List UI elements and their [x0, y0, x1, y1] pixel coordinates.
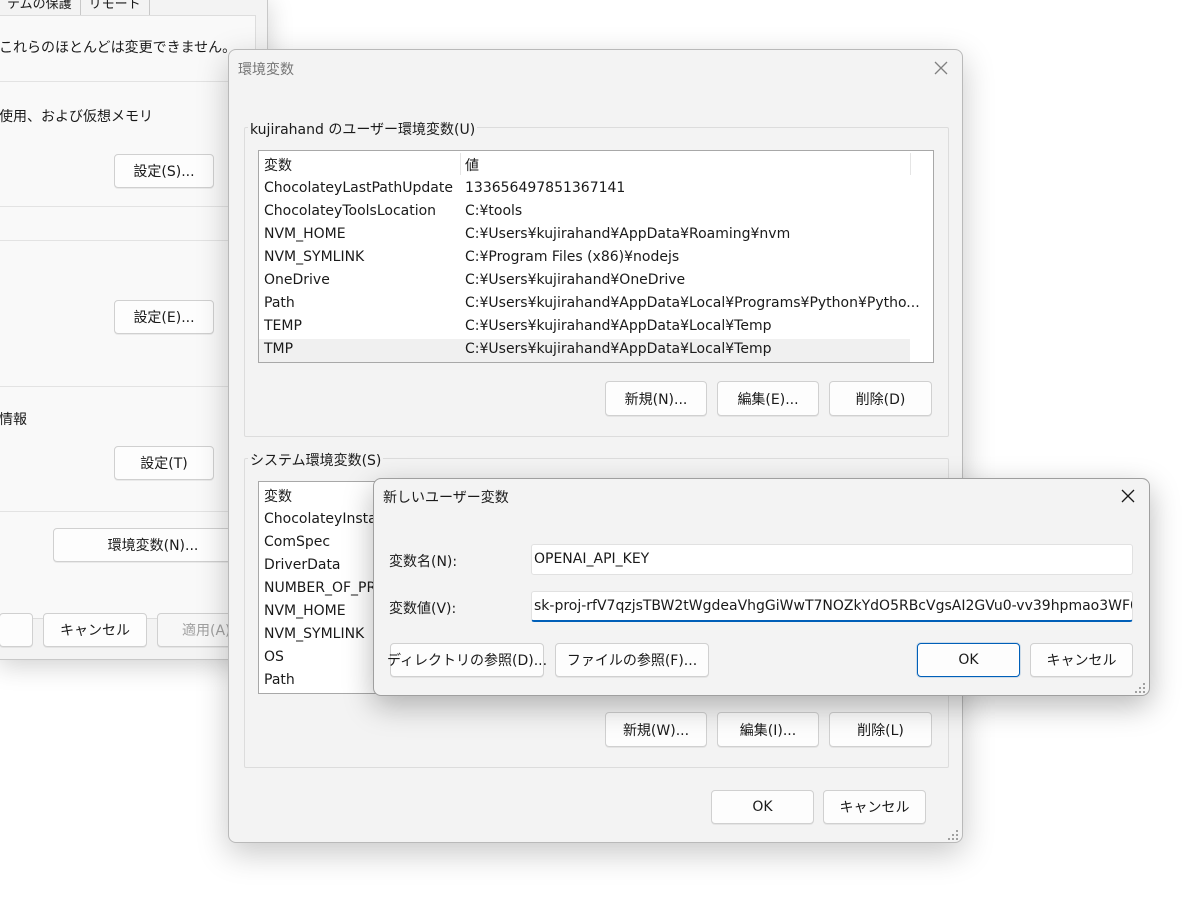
user-edit-button[interactable]: 編集(E)...	[717, 381, 819, 416]
variable-name-cell: NVM_HOME	[264, 226, 346, 242]
variable-value-cell: C:¥Users¥kujirahand¥AppData¥Local¥Progra…	[465, 295, 920, 311]
variable-name-cell: NVM_SYMLINK	[264, 626, 365, 642]
admin-notice-text: これらのほとんどは変更できません。	[0, 40, 237, 56]
variable-value-field[interactable]: sk-proj-rfV7qzjsTBW2tWgdeaVhgGiWwT7NOZkY…	[531, 591, 1133, 622]
variable-value-cell: C:¥Users¥kujirahand¥AppData¥Local¥Temp	[465, 318, 772, 334]
environment-variables-button[interactable]: 環境変数(N)...	[53, 528, 253, 562]
variable-value-cell: C:¥Users¥kujirahand¥OneDrive	[465, 272, 686, 288]
user-delete-button[interactable]: 削除(D)	[829, 381, 932, 416]
variable-name-field[interactable]: OPENAI_API_KEY	[531, 544, 1133, 575]
cancel-button[interactable]: キャンセル	[823, 790, 926, 824]
variable-name-cell: NUMBER_OF_PR	[264, 580, 377, 596]
divider	[0, 81, 255, 82]
variable-value-cell: C:¥Program Files (x86)¥nodejs	[465, 249, 680, 265]
table-row[interactable]: OneDrive C:¥Users¥kujirahand¥OneDrive	[259, 270, 910, 293]
close-icon[interactable]	[1118, 486, 1138, 506]
column-divider[interactable]	[460, 153, 461, 175]
divider	[0, 240, 255, 241]
table-row[interactable]: NVM_SYMLINK C:¥Program Files (x86)¥nodej…	[259, 247, 910, 270]
user-new-button[interactable]: 新規(N)...	[605, 381, 707, 416]
list-header: 変数 値	[259, 151, 933, 177]
table-row-selected[interactable]: TMP C:¥Users¥kujirahand¥AppData¥Local¥Te…	[259, 339, 910, 362]
new-user-variable-dialog: 新しいユーザー変数 変数名(N): OPENAI_API_KEY 変数値(V):…	[373, 478, 1150, 696]
variable-value-cell: C:¥Users¥kujirahand¥AppData¥Local¥Temp	[465, 341, 772, 357]
variable-name-cell: Path	[264, 672, 295, 688]
variable-name-cell: ChocolateyToolsLocation	[264, 203, 437, 219]
resize-grip-icon[interactable]	[948, 828, 958, 840]
column-header-name[interactable]: 変数	[264, 155, 292, 175]
variable-name-cell: TMP	[264, 341, 294, 357]
browse-directory-button[interactable]: ディレクトリの参照(D)...	[387, 643, 547, 677]
column-header-name[interactable]: 変数	[264, 486, 292, 506]
system-variables-group-label: システム環境変数(S)	[248, 450, 384, 470]
system-edit-button[interactable]: 編集(I)...	[717, 712, 819, 747]
cancel-button[interactable]: キャンセル	[43, 613, 147, 647]
variable-name-cell: ChocolateyInstal	[264, 511, 381, 527]
dialog-title: 環境変数	[238, 62, 294, 78]
tab-system-protection[interactable]: テムの保護	[0, 0, 81, 15]
variable-name-cell: OneDrive	[264, 272, 330, 288]
performance-description: 使用、および仮想メモリ	[0, 109, 153, 125]
variable-name-cell: TEMP	[264, 318, 302, 334]
cancel-button[interactable]: キャンセル	[1030, 643, 1133, 677]
variable-name-cell: ChocolateyLastPathUpdate	[264, 180, 453, 196]
environment-variables-dialog: 環境変数 kujirahand のユーザー環境変数(U) 変数 値 Chocol…	[228, 49, 963, 843]
variable-name-cell: ComSpec	[264, 534, 331, 550]
close-icon[interactable]	[931, 58, 951, 78]
system-delete-button[interactable]: 削除(L)	[829, 712, 932, 747]
table-row[interactable]: TEMP C:¥Users¥kujirahand¥AppData¥Local¥T…	[259, 316, 910, 339]
divider	[0, 511, 255, 512]
user-variables-group-label: kujirahand のユーザー環境変数(U)	[248, 119, 478, 139]
tab-strip: テムの保護 リモート	[0, 0, 150, 15]
column-divider[interactable]	[910, 153, 911, 175]
system-new-button[interactable]: 新規(W)...	[605, 712, 707, 747]
tab-remote[interactable]: リモート	[80, 0, 150, 15]
variable-value-cell: C:¥Users¥kujirahand¥AppData¥Roaming¥nvm	[465, 226, 791, 242]
table-row[interactable]: NVM_HOME C:¥Users¥kujirahand¥AppData¥Roa…	[259, 224, 910, 247]
ok-button[interactable]: OK	[917, 643, 1020, 677]
divider	[0, 386, 255, 387]
startup-settings-button[interactable]: 設定(T)	[114, 446, 214, 480]
variable-name-cell: OS	[264, 649, 284, 665]
variable-value-label: 変数値(V):	[389, 601, 457, 617]
column-header-value[interactable]: 値	[465, 155, 479, 175]
dialog-title: 新しいユーザー変数	[383, 490, 509, 506]
table-row[interactable]: ChocolateyLastPathUpdate 133656497851367…	[259, 178, 910, 201]
resize-grip-icon[interactable]	[1135, 681, 1145, 693]
performance-settings-button[interactable]: 設定(S)...	[114, 154, 214, 188]
variable-name-cell: Path	[264, 295, 295, 311]
startup-recovery-description: 情報	[0, 412, 27, 428]
ok-button[interactable]	[0, 613, 33, 647]
variable-name-cell: DriverData	[264, 557, 341, 573]
user-profile-settings-button[interactable]: 設定(E)...	[114, 300, 214, 334]
table-row[interactable]: Path C:¥Users¥kujirahand¥AppData¥Local¥P…	[259, 293, 920, 316]
variable-value-cell: C:¥tools	[465, 203, 523, 219]
variable-name-cell: NVM_HOME	[264, 603, 346, 619]
variable-value-cell: 133656497851367141	[465, 180, 626, 196]
browse-file-button[interactable]: ファイルの参照(F)...	[555, 643, 709, 677]
ok-button[interactable]: OK	[711, 790, 814, 824]
user-variables-list[interactable]: 変数 値 ChocolateyLastPathUpdate 1336564978…	[258, 150, 934, 363]
variable-name-label: 変数名(N):	[389, 554, 458, 570]
divider	[0, 206, 255, 207]
variable-name-cell: NVM_SYMLINK	[264, 249, 365, 265]
table-row[interactable]: ChocolateyToolsLocation C:¥tools	[259, 201, 910, 224]
advanced-tab-panel: これらのほとんどは変更できません。 使用、および仮想メモリ 設定(S)... 設…	[0, 15, 256, 619]
